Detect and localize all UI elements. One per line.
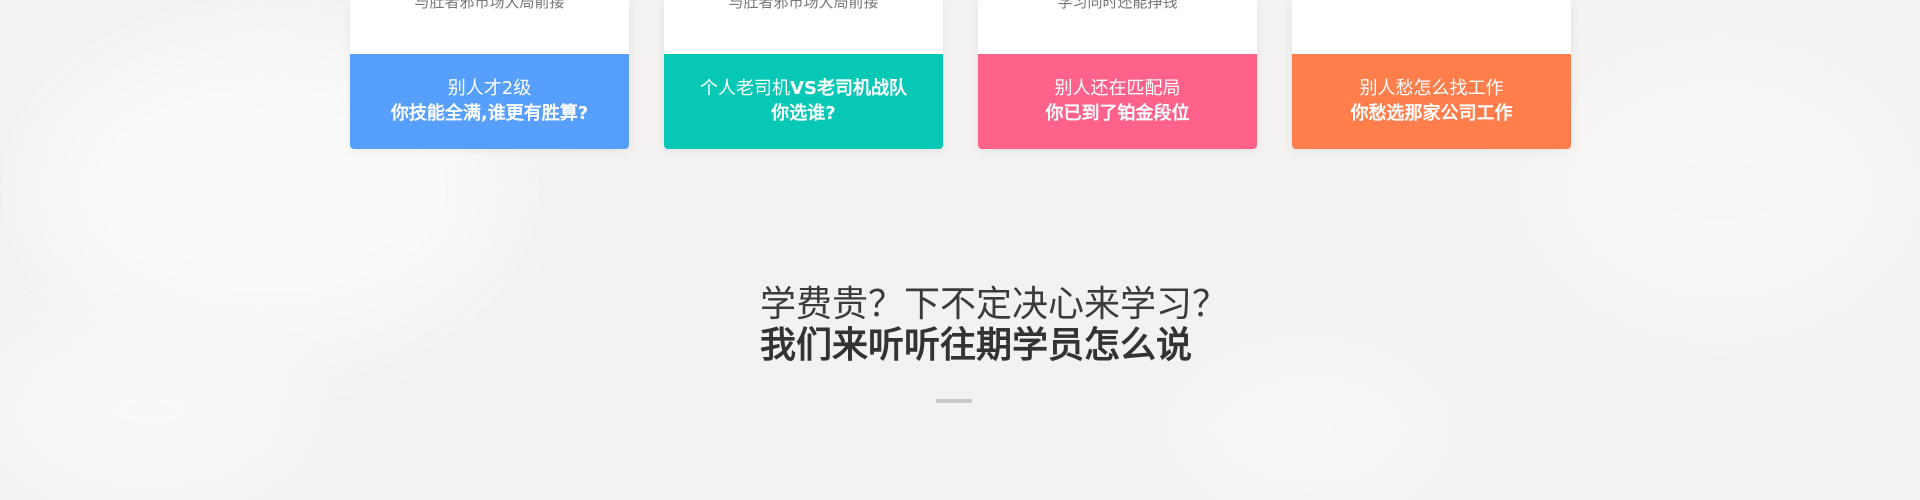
card-top-text: 与肚者邪市场大局前接 — [414, 0, 565, 11]
feature-card-job[interactable]: 别人愁怎么找工作 你愁选那家公司工作 — [1292, 0, 1571, 149]
card-top-text: 学习同时还能挣钱 — [1057, 0, 1178, 11]
background-cloud — [0, 330, 300, 490]
card-top: 与肚者邪市场大局前接 — [664, 0, 943, 54]
heading-question: 学费贵？下不定决心来学习？ — [760, 284, 1229, 325]
card-line1: 个人老司机VS老司机战队 — [664, 76, 943, 101]
heading-divider — [936, 399, 972, 403]
card-line1: 别人愁怎么找工作 — [1359, 78, 1504, 99]
background-cloud — [1540, 60, 1900, 320]
card-banner: 个人老司机VS老司机战队 你选谁? — [664, 54, 943, 149]
card-line1-part: 个人老司机 — [700, 78, 791, 99]
card-line2: 你选谁? — [771, 103, 836, 124]
card-banner: 别人还在匹配局 你已到了铂金段位 — [978, 54, 1257, 149]
card-banner: 别人才2级 你技能全满,谁更有胜算? — [350, 54, 629, 149]
background-cloud — [1180, 360, 1440, 500]
card-top-text: 与肚者邪市场大局前接 — [728, 0, 879, 11]
card-line2: 你愁选那家公司工作 — [1350, 103, 1513, 124]
card-line1: 别人还在匹配局 — [1054, 78, 1181, 99]
feature-cards: 与肚者邪市场大局前接 别人才2级 你技能全满,谁更有胜算? 与肚者邪市场大局前接… — [350, 0, 1571, 149]
card-line1: 别人才2级 — [447, 78, 532, 99]
card-banner: 别人愁怎么找工作 你愁选那家公司工作 — [1292, 54, 1571, 149]
card-line2: 你已到了铂金段位 — [1045, 103, 1190, 124]
feature-card-team[interactable]: 与肚者邪市场大局前接 个人老司机VS老司机战队 你选谁? — [664, 0, 943, 149]
testimonials-heading: 学费贵？下不定决心来学习？ 我们来听听往期学员怎么说 — [760, 285, 1260, 367]
card-top: 与肚者邪市场大局前接 — [350, 0, 629, 54]
card-top: 学习同时还能挣钱 — [978, 0, 1257, 54]
heading-title: 我们来听听往期学员怎么说 — [760, 325, 1193, 366]
card-top — [1292, 0, 1571, 54]
feature-card-skills[interactable]: 与肚者邪市场大局前接 别人才2级 你技能全满,谁更有胜算? — [350, 0, 629, 149]
feature-card-rank[interactable]: 学习同时还能挣钱 别人还在匹配局 你已到了铂金段位 — [978, 0, 1257, 149]
card-line2: 你技能全满,谁更有胜算? — [390, 103, 589, 124]
card-line1-emphasis: VS老司机战队 — [790, 78, 907, 99]
